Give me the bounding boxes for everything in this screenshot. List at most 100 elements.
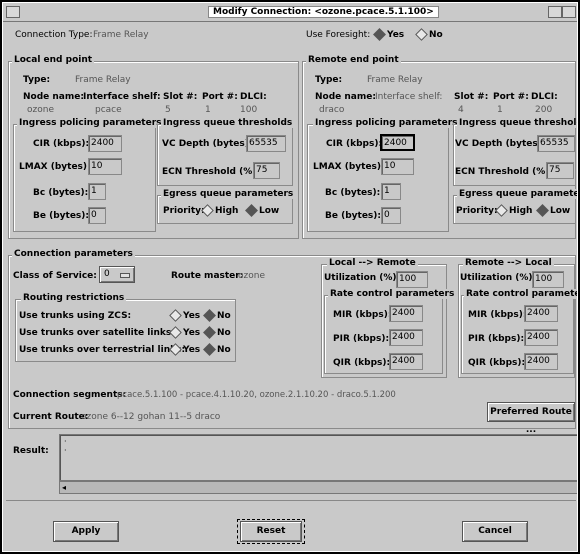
window-menu-button[interactable] bbox=[6, 6, 20, 18]
lr-qir-label: QIR (kbps): bbox=[333, 358, 391, 368]
local-priority-low-radio[interactable]: Low bbox=[245, 204, 279, 217]
terrestrial-no-radio[interactable]: No bbox=[203, 343, 231, 356]
remote-node-label: Node name: bbox=[315, 92, 376, 102]
remote-priority-high-radio[interactable]: High bbox=[495, 204, 532, 217]
radio-icon bbox=[169, 326, 182, 339]
terrestrial-label: Use trunks over terrestrial links: bbox=[19, 345, 186, 355]
cancel-button[interactable]: Cancel bbox=[462, 521, 528, 542]
lr-utilization-label: Utilization (%): bbox=[324, 273, 401, 283]
connection-segments-value: pcace.5.1.100 - pcace.4.1.10.20, ozone.2… bbox=[117, 390, 396, 400]
scroll-left-icon[interactable]: ◂ bbox=[62, 483, 66, 492]
remote-ingress-queue-legend: Ingress queue thresholds bbox=[457, 118, 577, 128]
local-vc-depth-label: VC Depth (bytes): bbox=[162, 139, 253, 149]
zcs-label: Use trunks using ZCS: bbox=[19, 311, 132, 321]
local-lmax-input[interactable]: 10 bbox=[88, 158, 122, 175]
local-priority-high-radio[interactable]: High bbox=[201, 204, 238, 217]
lr-pir-input[interactable]: 2400 bbox=[389, 329, 423, 346]
remote-bc-input[interactable]: 1 bbox=[381, 183, 401, 200]
remote-egress-queue-legend: Egress queue parameters bbox=[457, 189, 577, 199]
remote-bc-label: Bc (bytes): bbox=[325, 188, 381, 198]
remote-cir-label: CIR (kbps): bbox=[326, 139, 383, 149]
result-label: Result: bbox=[13, 446, 49, 456]
remote-priority-low-radio[interactable]: Low bbox=[536, 204, 570, 217]
lr-rate-control-legend: Rate control parameters bbox=[328, 289, 457, 299]
remote-priority-label: Priority: bbox=[456, 206, 498, 216]
local-lmax-label: LMAX (bytes): bbox=[19, 162, 91, 172]
local-cir-input[interactable]: 2400 bbox=[88, 135, 122, 152]
radio-icon bbox=[169, 343, 182, 356]
remote-be-label: Be (bytes): bbox=[325, 211, 381, 221]
satellite-no-radio[interactable]: No bbox=[203, 326, 231, 339]
rl-pir-input[interactable]: 2400 bbox=[524, 329, 558, 346]
satellite-yes-radio[interactable]: Yes bbox=[169, 326, 200, 339]
remote-vc-depth-input[interactable]: 65535 bbox=[537, 135, 575, 152]
rl-qir-input[interactable]: 2400 bbox=[524, 353, 558, 370]
local-type-label: Type: bbox=[23, 75, 51, 85]
result-horizontal-scrollbar[interactable]: ◂ bbox=[59, 481, 577, 494]
radio-selected-icon bbox=[203, 343, 216, 356]
rl-mir-input[interactable]: 2400 bbox=[524, 305, 558, 322]
use-foresight-yes-radio[interactable]: Yes bbox=[373, 28, 404, 41]
local-ecn-input[interactable]: 75 bbox=[253, 162, 280, 179]
window-title: Modify Connection: <ozone.pcace.5.1.100> bbox=[208, 6, 439, 18]
option-menu-icon bbox=[120, 273, 130, 278]
result-text-area[interactable]: · · bbox=[59, 434, 577, 481]
local-node-value: ozone bbox=[27, 105, 54, 115]
connection-type-label: Connection Type: bbox=[15, 30, 93, 40]
lr-pir-label: PIR (kbps): bbox=[333, 334, 390, 344]
remote-ecn-input[interactable]: 75 bbox=[546, 162, 574, 179]
rl-utilization-input[interactable]: 100 bbox=[532, 271, 564, 288]
rl-pir-label: PIR (kbps): bbox=[468, 334, 525, 344]
current-route-label: Current Route: bbox=[13, 412, 89, 422]
local-dlci-value: 100 bbox=[240, 105, 258, 115]
remote-ecn-label: ECN Threshold (%): bbox=[455, 167, 553, 177]
remote-type-label: Type: bbox=[315, 75, 343, 85]
radio-icon bbox=[415, 28, 428, 41]
maximize-button[interactable] bbox=[562, 6, 576, 18]
local-to-remote-legend: Local --> Remote bbox=[327, 258, 418, 268]
remote-dlci-label: DLCI: bbox=[531, 92, 558, 102]
class-of-service-select[interactable]: 0 bbox=[99, 266, 135, 283]
remote-slot-value: 4 bbox=[458, 105, 464, 115]
lr-mir-input[interactable]: 2400 bbox=[389, 305, 423, 322]
local-bc-input[interactable]: 1 bbox=[88, 183, 106, 200]
remote-cir-input[interactable]: 2400 bbox=[380, 134, 415, 151]
rl-utilization-label: Utilization (%): bbox=[460, 273, 537, 283]
connection-parameters-legend: Connection parameters bbox=[12, 249, 135, 259]
terrestrial-yes-radio[interactable]: Yes bbox=[169, 343, 200, 356]
remote-port-value: 1 bbox=[497, 105, 503, 115]
divider bbox=[6, 500, 576, 501]
local-iface-label: Interface shelf: bbox=[83, 92, 161, 102]
apply-button[interactable]: Apply bbox=[53, 521, 119, 542]
minimize-button[interactable] bbox=[548, 6, 562, 18]
local-iface-value: pcace bbox=[95, 105, 122, 115]
remote-vc-depth-label: VC Depth (bytes): bbox=[455, 139, 546, 149]
radio-icon bbox=[495, 204, 508, 217]
lr-qir-input[interactable]: 2400 bbox=[389, 353, 423, 370]
remote-lmax-input[interactable]: 10 bbox=[381, 158, 414, 175]
local-type-value: Frame Relay bbox=[75, 75, 131, 85]
lr-utilization-input[interactable]: 100 bbox=[396, 271, 428, 288]
reset-button[interactable]: Reset bbox=[240, 521, 302, 542]
remote-slot-label: Slot #: bbox=[454, 92, 489, 102]
rl-rate-control-legend: Rate control parameters bbox=[464, 289, 577, 299]
remote-be-input[interactable]: 0 bbox=[381, 207, 401, 224]
remote-type-value: Frame Relay bbox=[367, 75, 423, 85]
lr-mir-label: MIR (kbps): bbox=[333, 310, 392, 320]
zcs-no-radio[interactable]: No bbox=[203, 309, 231, 322]
route-master-label: Route master: bbox=[171, 271, 244, 281]
local-egress-queue-legend: Egress queue parameters bbox=[161, 189, 296, 199]
result-cursor: · · bbox=[64, 437, 67, 455]
use-foresight-no-radio[interactable]: No bbox=[415, 28, 443, 41]
radio-selected-icon bbox=[373, 28, 386, 41]
local-ecn-label: ECN Threshold (%): bbox=[162, 167, 260, 177]
local-be-input[interactable]: 0 bbox=[88, 207, 106, 224]
local-vc-depth-input[interactable]: 65535 bbox=[246, 135, 286, 152]
modify-connection-window: Modify Connection: <ozone.pcace.5.1.100>… bbox=[2, 2, 578, 552]
zcs-yes-radio[interactable]: Yes bbox=[169, 309, 200, 322]
title-bar[interactable]: Modify Connection: <ozone.pcace.5.1.100> bbox=[3, 3, 577, 22]
class-of-service-label: Class of Service: bbox=[13, 271, 97, 281]
remote-to-local-legend: Remote --> Local bbox=[463, 258, 554, 268]
remote-port-label: Port #: bbox=[493, 92, 529, 102]
preferred-route-button[interactable]: Preferred Route ... bbox=[487, 402, 575, 435]
